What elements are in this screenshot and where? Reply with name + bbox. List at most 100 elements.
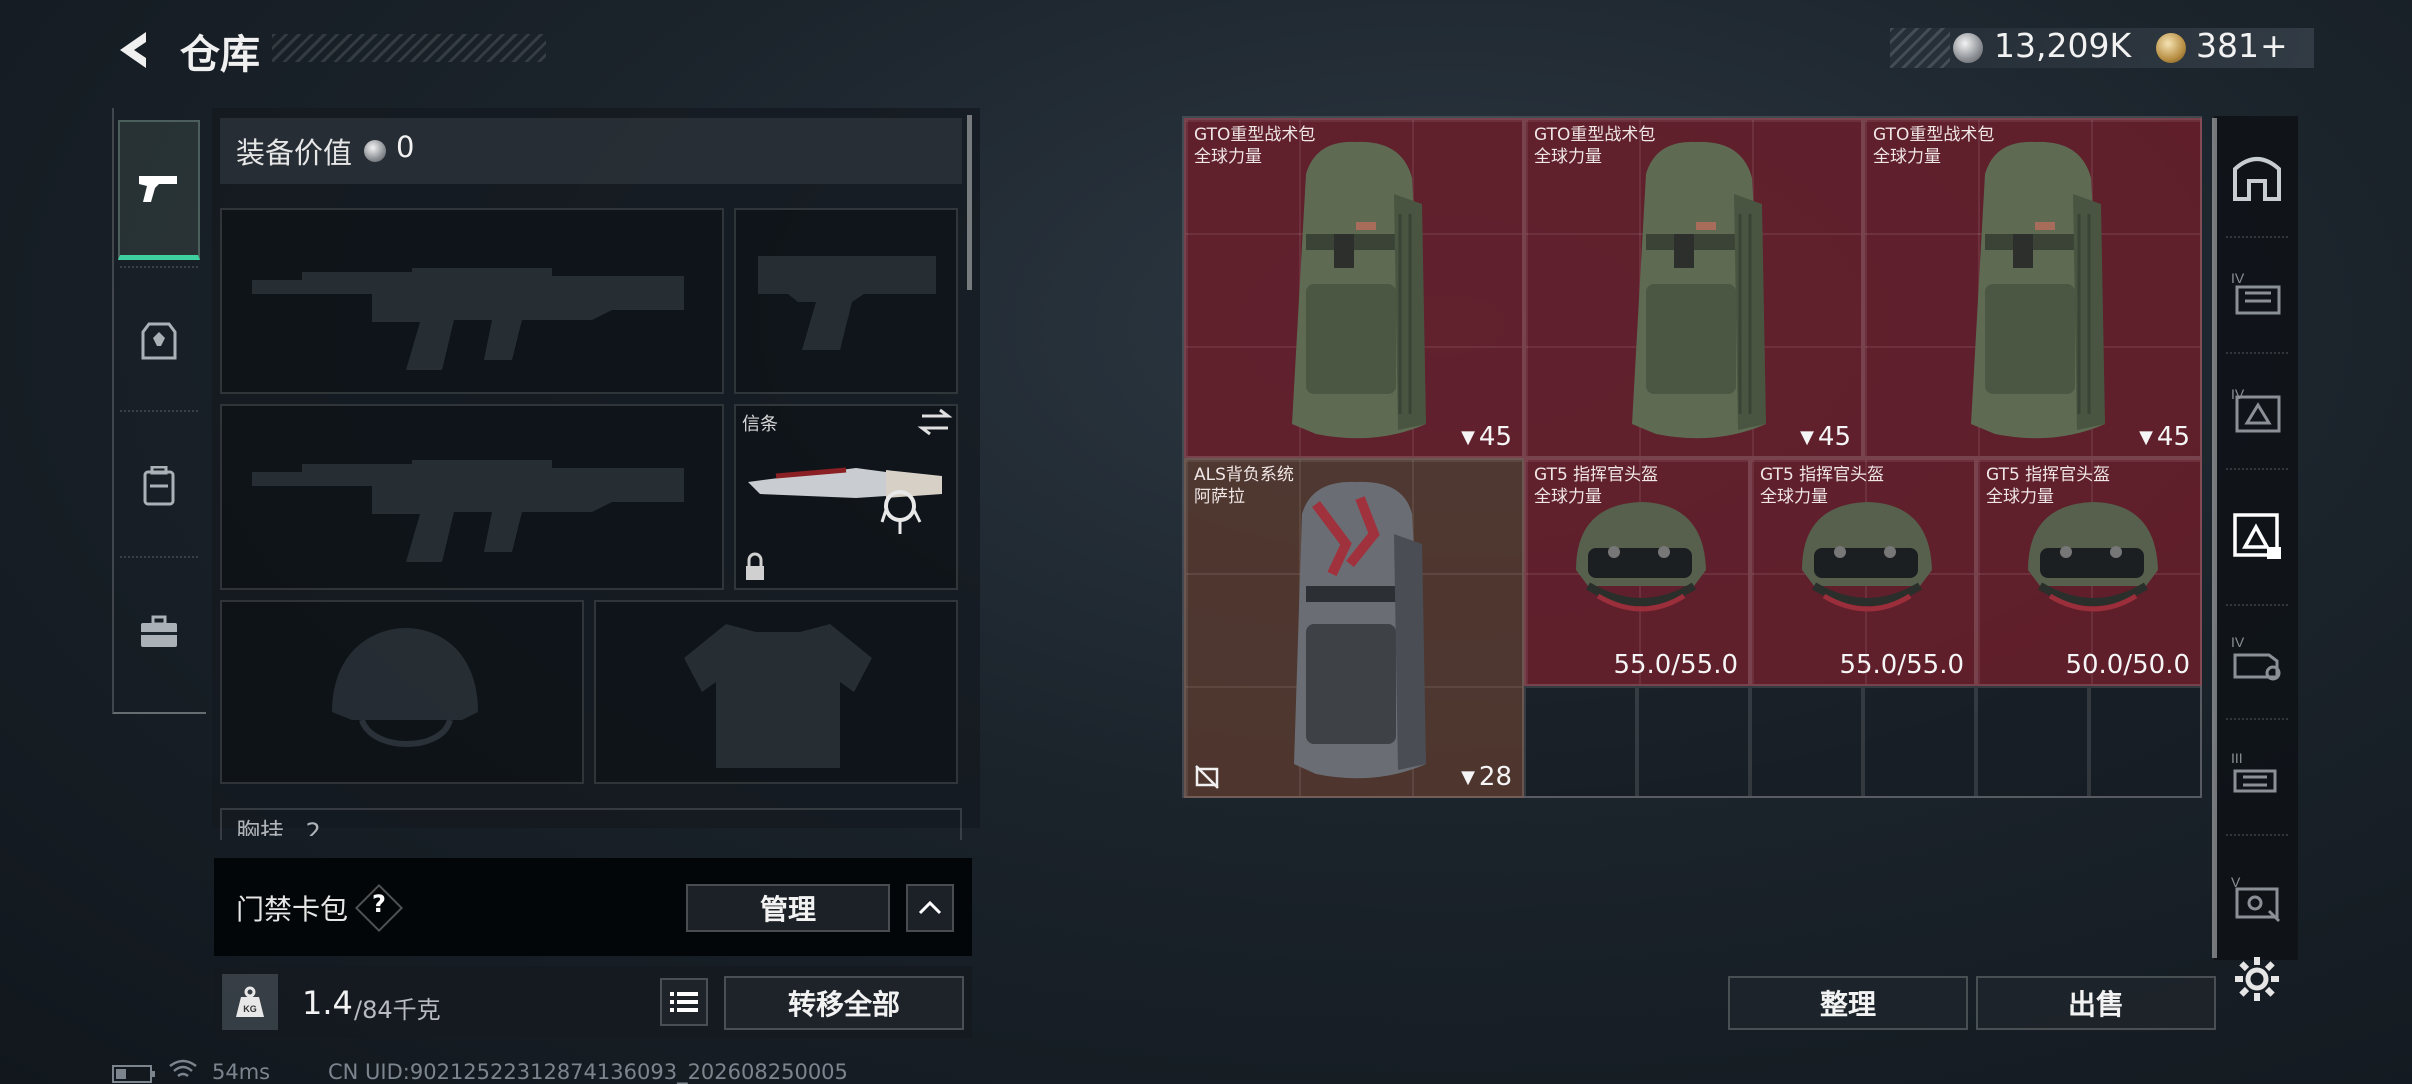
category-separator [2226, 352, 2288, 354]
durability-text: 50.0/50.0 [2065, 650, 2190, 680]
inventory-item-backpack[interactable]: ALS背负系统 阿萨拉 ▼ 28 [1184, 458, 1524, 798]
currency-decoration [1890, 28, 1950, 68]
helmet-slot[interactable] [220, 600, 584, 784]
collapse-button[interactable] [906, 884, 954, 932]
list-icon [670, 992, 698, 1012]
vault-icon [2233, 157, 2281, 201]
category-separator [2226, 236, 2288, 238]
silver-amount: 13,209K [1994, 26, 2132, 65]
armor-silhouette-icon [684, 624, 872, 768]
empty-cell[interactable] [2089, 686, 2202, 798]
category-tier-iv-case[interactable]: IV [2222, 622, 2292, 692]
category-separator [2226, 604, 2288, 606]
svg-text:IV: IV [2231, 634, 2245, 650]
category-vault[interactable] [2222, 142, 2292, 212]
pistol-slot[interactable] [734, 208, 958, 394]
rifle-silhouette-icon [252, 460, 684, 562]
settings-icon[interactable] [2232, 954, 2282, 1004]
primary-weapon-slot[interactable] [220, 208, 724, 394]
lock-icon [746, 552, 764, 580]
chevron-up-icon [918, 900, 942, 915]
rifle-silhouette-icon [252, 268, 684, 370]
empty-cell[interactable] [1863, 686, 1976, 798]
ping-text: 54ms [212, 1060, 271, 1084]
gold-amount: 381 [2196, 26, 2259, 65]
tactical-backpack-icon [1292, 141, 1426, 439]
gear-filter-icon [2233, 513, 2281, 559]
helmet-silhouette-icon [332, 628, 478, 747]
weight-current: 1.4 [302, 984, 353, 1022]
gold-coin-icon [2156, 33, 2186, 63]
svg-text:IV: IV [2231, 270, 2245, 286]
category-tier-v-key[interactable]: V [2222, 862, 2292, 932]
weight-max: /84千克 [354, 996, 441, 1024]
inventory-item-helmet[interactable]: GT5 指挥官头盔 全球力量 50.0/50.0 [1976, 458, 2202, 686]
tier-v-key-icon: V [2231, 874, 2281, 923]
durability-text: 55.0/55.0 [1613, 650, 1738, 680]
tier-iv-equipment-icon: IV [2231, 270, 2281, 315]
category-separator [2226, 468, 2288, 470]
tab-case[interactable] [118, 562, 200, 702]
category-tier-iv-armor[interactable]: IV [2222, 374, 2292, 444]
weight-icon: ▼ [1461, 427, 1475, 448]
sell-button[interactable]: 出售 [1976, 976, 2216, 1030]
durability-text: 55.0/55.0 [1839, 650, 1964, 680]
tab-armor[interactable] [118, 272, 200, 412]
weight-icon: KG [222, 974, 278, 1030]
no-insure-icon [1195, 765, 1219, 789]
commander-helmet-icon [2028, 502, 2158, 612]
uid-text: CN UID:90212522312874136093_202608250005 [328, 1060, 848, 1084]
inventory-item-helmet[interactable]: GT5 指挥官头盔 全球力量 55.0/55.0 [1750, 458, 1976, 686]
wifi-icon [169, 1059, 197, 1078]
category-separator [2226, 718, 2288, 720]
empty-cell[interactable] [1976, 686, 2089, 798]
tactical-backpack-icon [1971, 141, 2105, 439]
category-tier-iv-equipment[interactable]: IV [2222, 258, 2292, 328]
category-tier-iii-case[interactable]: III [2222, 738, 2292, 808]
commander-helmet-icon [1802, 502, 1932, 612]
pistol-silhouette-icon [758, 256, 936, 350]
equipment-value: 0 [396, 130, 415, 164]
commander-helmet-icon [1576, 502, 1706, 612]
inventory-item-backpack[interactable]: GTO重型战术包 全球力量 ▼ 45 [1863, 118, 2202, 458]
secondary-weapon-slot[interactable] [220, 404, 724, 590]
empty-cell[interactable] [1750, 686, 1863, 798]
tier-iv-armor-icon: IV [2231, 386, 2281, 433]
inventory-item-helmet[interactable]: GT5 指挥官头盔 全球力量 55.0/55.0 [1524, 458, 1750, 686]
equipment-value-label: 装备价值 [236, 136, 353, 170]
silver-coin-icon [1953, 33, 1983, 63]
als-backpack-icon [1294, 481, 1426, 779]
backpack-icon [143, 466, 175, 506]
tier-iv-case-icon: IV [2231, 634, 2281, 681]
battery-icon [112, 1065, 155, 1083]
svg-text:KG: KG [243, 1004, 257, 1014]
silver-coin-icon [364, 140, 386, 162]
briefcase-icon [141, 615, 177, 647]
empty-cell[interactable] [1524, 686, 1637, 798]
sort-button[interactable]: 整理 [1728, 976, 1968, 1030]
body-armor-slot[interactable] [594, 600, 958, 784]
svg-text:III: III [2231, 750, 2243, 766]
back-arrow-icon[interactable] [112, 28, 156, 72]
inventory-item-backpack[interactable]: GTO重型战术包 全球力量 ▼ 45 [1184, 118, 1524, 458]
manage-button[interactable]: 管理 [686, 884, 890, 932]
category-scrollbar[interactable] [2212, 118, 2217, 958]
tab-separator [120, 410, 198, 412]
tab-weapons[interactable] [118, 120, 200, 260]
keycard-label: 门禁卡包 [236, 893, 349, 926]
tab-backpack[interactable] [118, 416, 200, 556]
category-gear-filter[interactable] [2222, 500, 2292, 570]
equipment-scrollbar[interactable] [967, 115, 972, 290]
inventory-item-backpack[interactable]: GTO重型战术包 全球力量 ▼ 45 [1524, 118, 1863, 458]
melee-slot[interactable]: 信条 [734, 404, 958, 590]
page-title: 仓库 [180, 32, 260, 78]
weight-icon: ▼ [2139, 427, 2153, 448]
chest-rig-row[interactable] [220, 808, 962, 840]
add-gold-button[interactable]: + [2260, 26, 2288, 65]
list-view-button[interactable] [660, 978, 708, 1026]
help-icon[interactable]: ? [362, 890, 396, 918]
transfer-all-button[interactable]: 转移全部 [724, 976, 964, 1030]
empty-cell[interactable] [1637, 686, 1750, 798]
title-decoration [272, 34, 546, 62]
vest-icon [141, 322, 177, 360]
